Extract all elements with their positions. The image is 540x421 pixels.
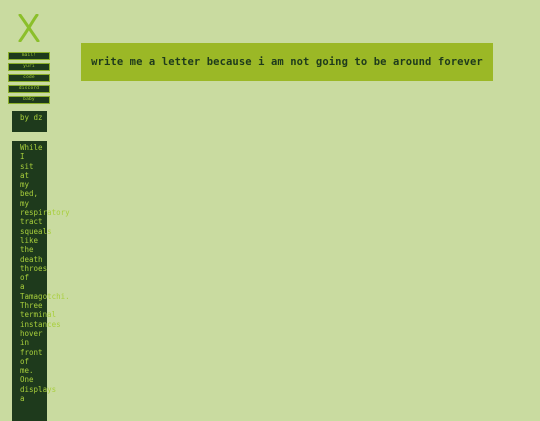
nav-yuri[interactable]: yuri — [8, 63, 50, 71]
site-nav: mail! yuri code discord baby — [8, 52, 50, 104]
nav-code[interactable]: code — [8, 74, 50, 82]
page-title: write me a letter because i am not going… — [91, 56, 483, 68]
nav-mail[interactable]: mail! — [8, 52, 50, 60]
nav-discord[interactable]: discord — [8, 85, 50, 93]
story-panel: While I sit at my bed, my respiratory tr… — [12, 141, 70, 421]
story-text: While I sit at my bed, my respiratory tr… — [20, 143, 70, 404]
byline-text: by dz — [20, 113, 43, 122]
nav-baby[interactable]: baby — [8, 96, 50, 104]
byline: by dz — [12, 111, 47, 132]
title-banner: write me a letter because i am not going… — [81, 43, 493, 81]
x-logo-icon[interactable] — [17, 14, 41, 42]
